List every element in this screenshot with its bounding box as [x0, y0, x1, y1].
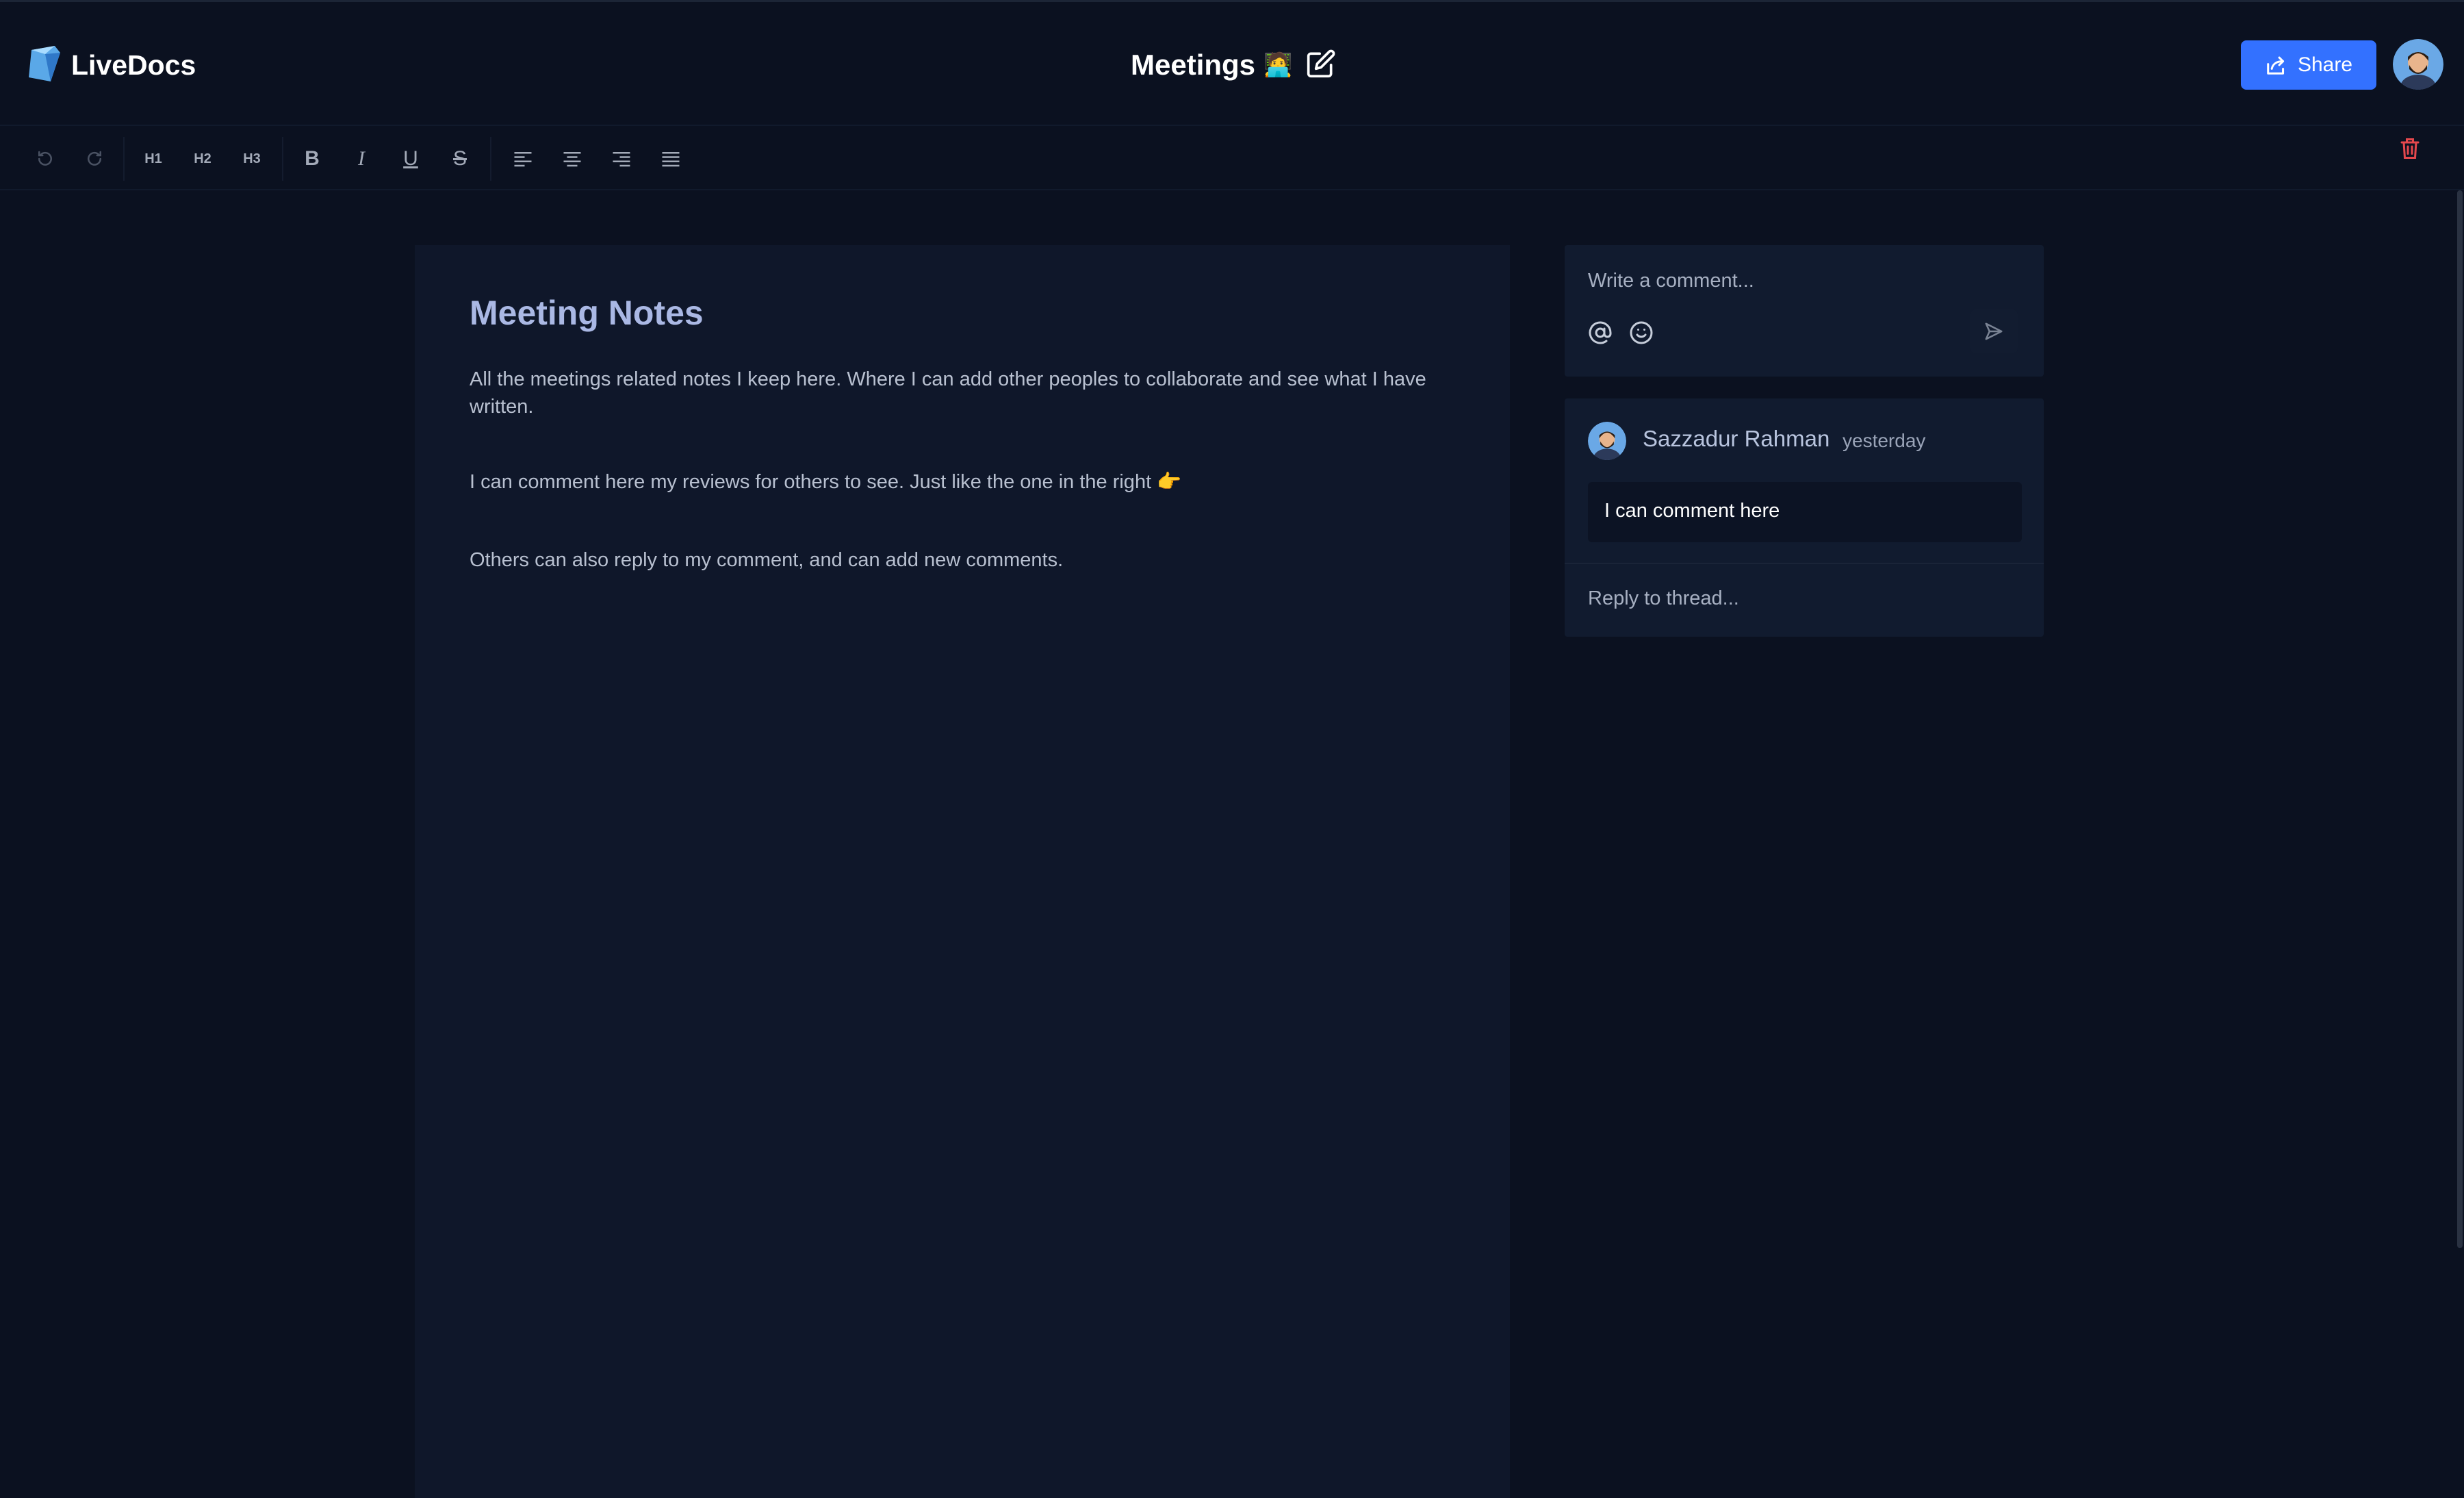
comment-body: I can comment here — [1588, 482, 2022, 542]
editor-paragraph[interactable]: I can comment here my reviews for others… — [470, 468, 1441, 496]
comment-timestamp: yesterday — [1843, 430, 1926, 451]
livedocs-logo-icon — [29, 46, 60, 81]
at-sign-icon — [1589, 321, 1612, 344]
comment-author-name: Sazzadur Rahman — [1643, 426, 1830, 451]
reply-input[interactable]: Reply to thread... — [1588, 587, 1739, 610]
share-button[interactable]: Share — [2241, 40, 2376, 90]
align-justify-icon — [662, 152, 680, 167]
app-logo[interactable]: LiveDocs — [25, 43, 196, 87]
undo-icon — [38, 151, 52, 166]
share-label: Share — [2297, 53, 2353, 76]
toolbar-divider — [282, 137, 283, 181]
comment-input[interactable]: Write a comment... — [1588, 270, 1754, 292]
editor-heading[interactable]: Meeting Notes — [470, 293, 704, 333]
heading-2-button[interactable]: H2 — [183, 141, 222, 177]
smiley-icon — [1630, 321, 1653, 344]
top-header: LiveDocs Meetings 🧑‍💻 Share — [0, 0, 2464, 126]
emoji-button[interactable] — [1629, 320, 1654, 348]
redo-button[interactable] — [75, 141, 114, 177]
app-name: LiveDocs — [71, 49, 196, 81]
mention-button[interactable] — [1588, 320, 1613, 348]
user-avatar[interactable] — [2393, 39, 2443, 90]
comment-composer: Write a comment... — [1565, 245, 2044, 377]
title-emoji: 🧑‍💻 — [1263, 52, 1293, 78]
underline-button[interactable]: U — [392, 141, 430, 177]
align-justify-button[interactable] — [652, 141, 690, 177]
toolbar-divider — [123, 137, 125, 181]
bold-label: B — [305, 147, 320, 170]
editor-paragraph[interactable]: All the meetings related notes I keep he… — [470, 366, 1441, 420]
document-editor[interactable]: Meeting Notes All the meetings related n… — [415, 245, 1510, 1498]
italic-button[interactable]: I — [342, 141, 381, 177]
align-right-button[interactable] — [602, 141, 641, 177]
strikethrough-label: S — [452, 147, 467, 170]
document-title[interactable]: Meetings — [1131, 49, 1255, 81]
italic-label: I — [358, 147, 365, 170]
editor-paragraph[interactable]: Others can also reply to my comment, and… — [470, 546, 1441, 574]
send-comment-button[interactable] — [1970, 309, 2018, 353]
bold-button[interactable]: B — [293, 141, 331, 177]
undo-button[interactable] — [26, 141, 64, 177]
trash-icon — [2400, 138, 2420, 159]
align-center-icon — [563, 152, 581, 167]
align-left-icon — [514, 152, 532, 167]
comment-text: I can comment here — [1604, 500, 1780, 522]
toolbar-divider — [490, 137, 491, 181]
h1-label: H1 — [144, 151, 162, 166]
send-icon — [1985, 322, 2003, 340]
comment-author-avatar — [1588, 422, 1626, 460]
align-left-button[interactable] — [504, 141, 542, 177]
heading-3-button[interactable]: H3 — [233, 141, 271, 177]
align-center-button[interactable] — [553, 141, 591, 177]
document-title-area: Meetings 🧑‍💻 — [1131, 45, 1336, 86]
strikethrough-button[interactable]: S — [441, 141, 479, 177]
h2-label: H2 — [194, 151, 211, 166]
h3-label: H3 — [243, 151, 261, 166]
formatting-toolbar: H1 H2 H3 B I U S — [0, 127, 2464, 190]
delete-document-button[interactable] — [2400, 137, 2420, 164]
page-scrollbar[interactable] — [2457, 190, 2463, 1248]
edit-title-icon[interactable] — [1306, 49, 1336, 82]
align-right-icon — [613, 152, 630, 167]
heading-1-button[interactable]: H1 — [134, 141, 172, 177]
share-icon — [2267, 56, 2285, 75]
comment-thread: Sazzadur Rahman yesterday I can comment … — [1565, 398, 2044, 637]
thread-divider — [1565, 563, 2044, 564]
underline-label: U — [403, 147, 418, 170]
redo-icon — [88, 151, 101, 166]
